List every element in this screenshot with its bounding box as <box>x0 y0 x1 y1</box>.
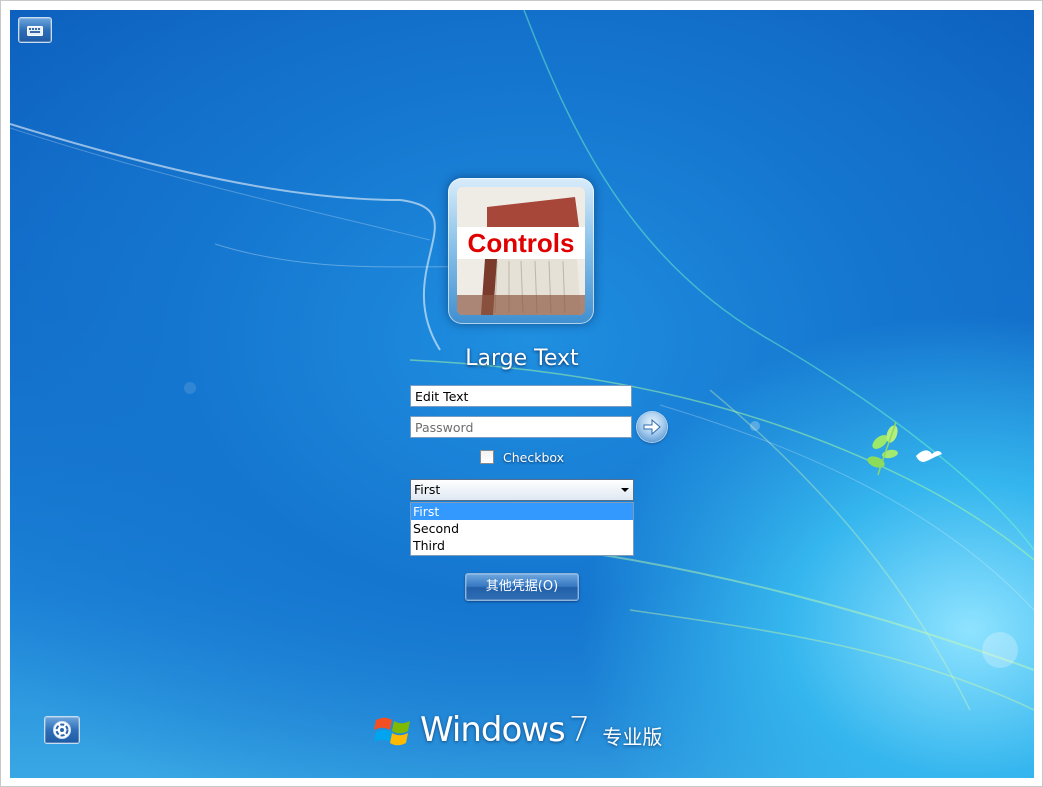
option-first[interactable]: First <box>411 503 633 520</box>
windows-flag-icon <box>374 717 410 746</box>
checkbox-row[interactable]: Checkbox <box>480 448 564 466</box>
keyboard-button[interactable] <box>18 17 52 43</box>
arrow-right-icon <box>643 419 661 435</box>
brand-version: 7 <box>568 710 591 750</box>
password-field[interactable] <box>410 416 632 438</box>
ease-of-access-button[interactable] <box>44 716 80 744</box>
logon-screen: Controls Large Text Checkbox First First… <box>10 10 1034 778</box>
window-frame: Controls Large Text Checkbox First First… <box>0 0 1043 787</box>
edit-text-field[interactable] <box>410 385 632 407</box>
brand-word: Windows <box>420 710 566 750</box>
select-value: First <box>414 482 441 497</box>
options-select[interactable]: First <box>410 479 634 501</box>
option-third[interactable]: Third <box>411 537 633 554</box>
checkbox[interactable] <box>480 450 494 464</box>
user-picture: Controls <box>457 187 585 315</box>
other-credentials-button[interactable]: 其他凭据(O) <box>465 573 579 601</box>
option-second[interactable]: Second <box>411 520 633 537</box>
brand-edition: 专业版 <box>602 724 663 749</box>
chevron-down-icon[interactable] <box>621 488 629 492</box>
keyboard-icon <box>27 26 43 36</box>
windows-branding: Windows 7 专业版 <box>374 708 662 752</box>
checkbox-label[interactable]: Checkbox <box>503 450 564 465</box>
options-dropdown: First Second Third <box>410 502 634 556</box>
user-name: Large Text <box>465 346 579 371</box>
user-picture-label: Controls <box>457 227 585 259</box>
user-tile[interactable]: Controls <box>448 178 594 324</box>
bird-icon <box>916 450 942 462</box>
ease-of-access-icon <box>53 721 71 739</box>
submit-button[interactable] <box>637 412 667 442</box>
